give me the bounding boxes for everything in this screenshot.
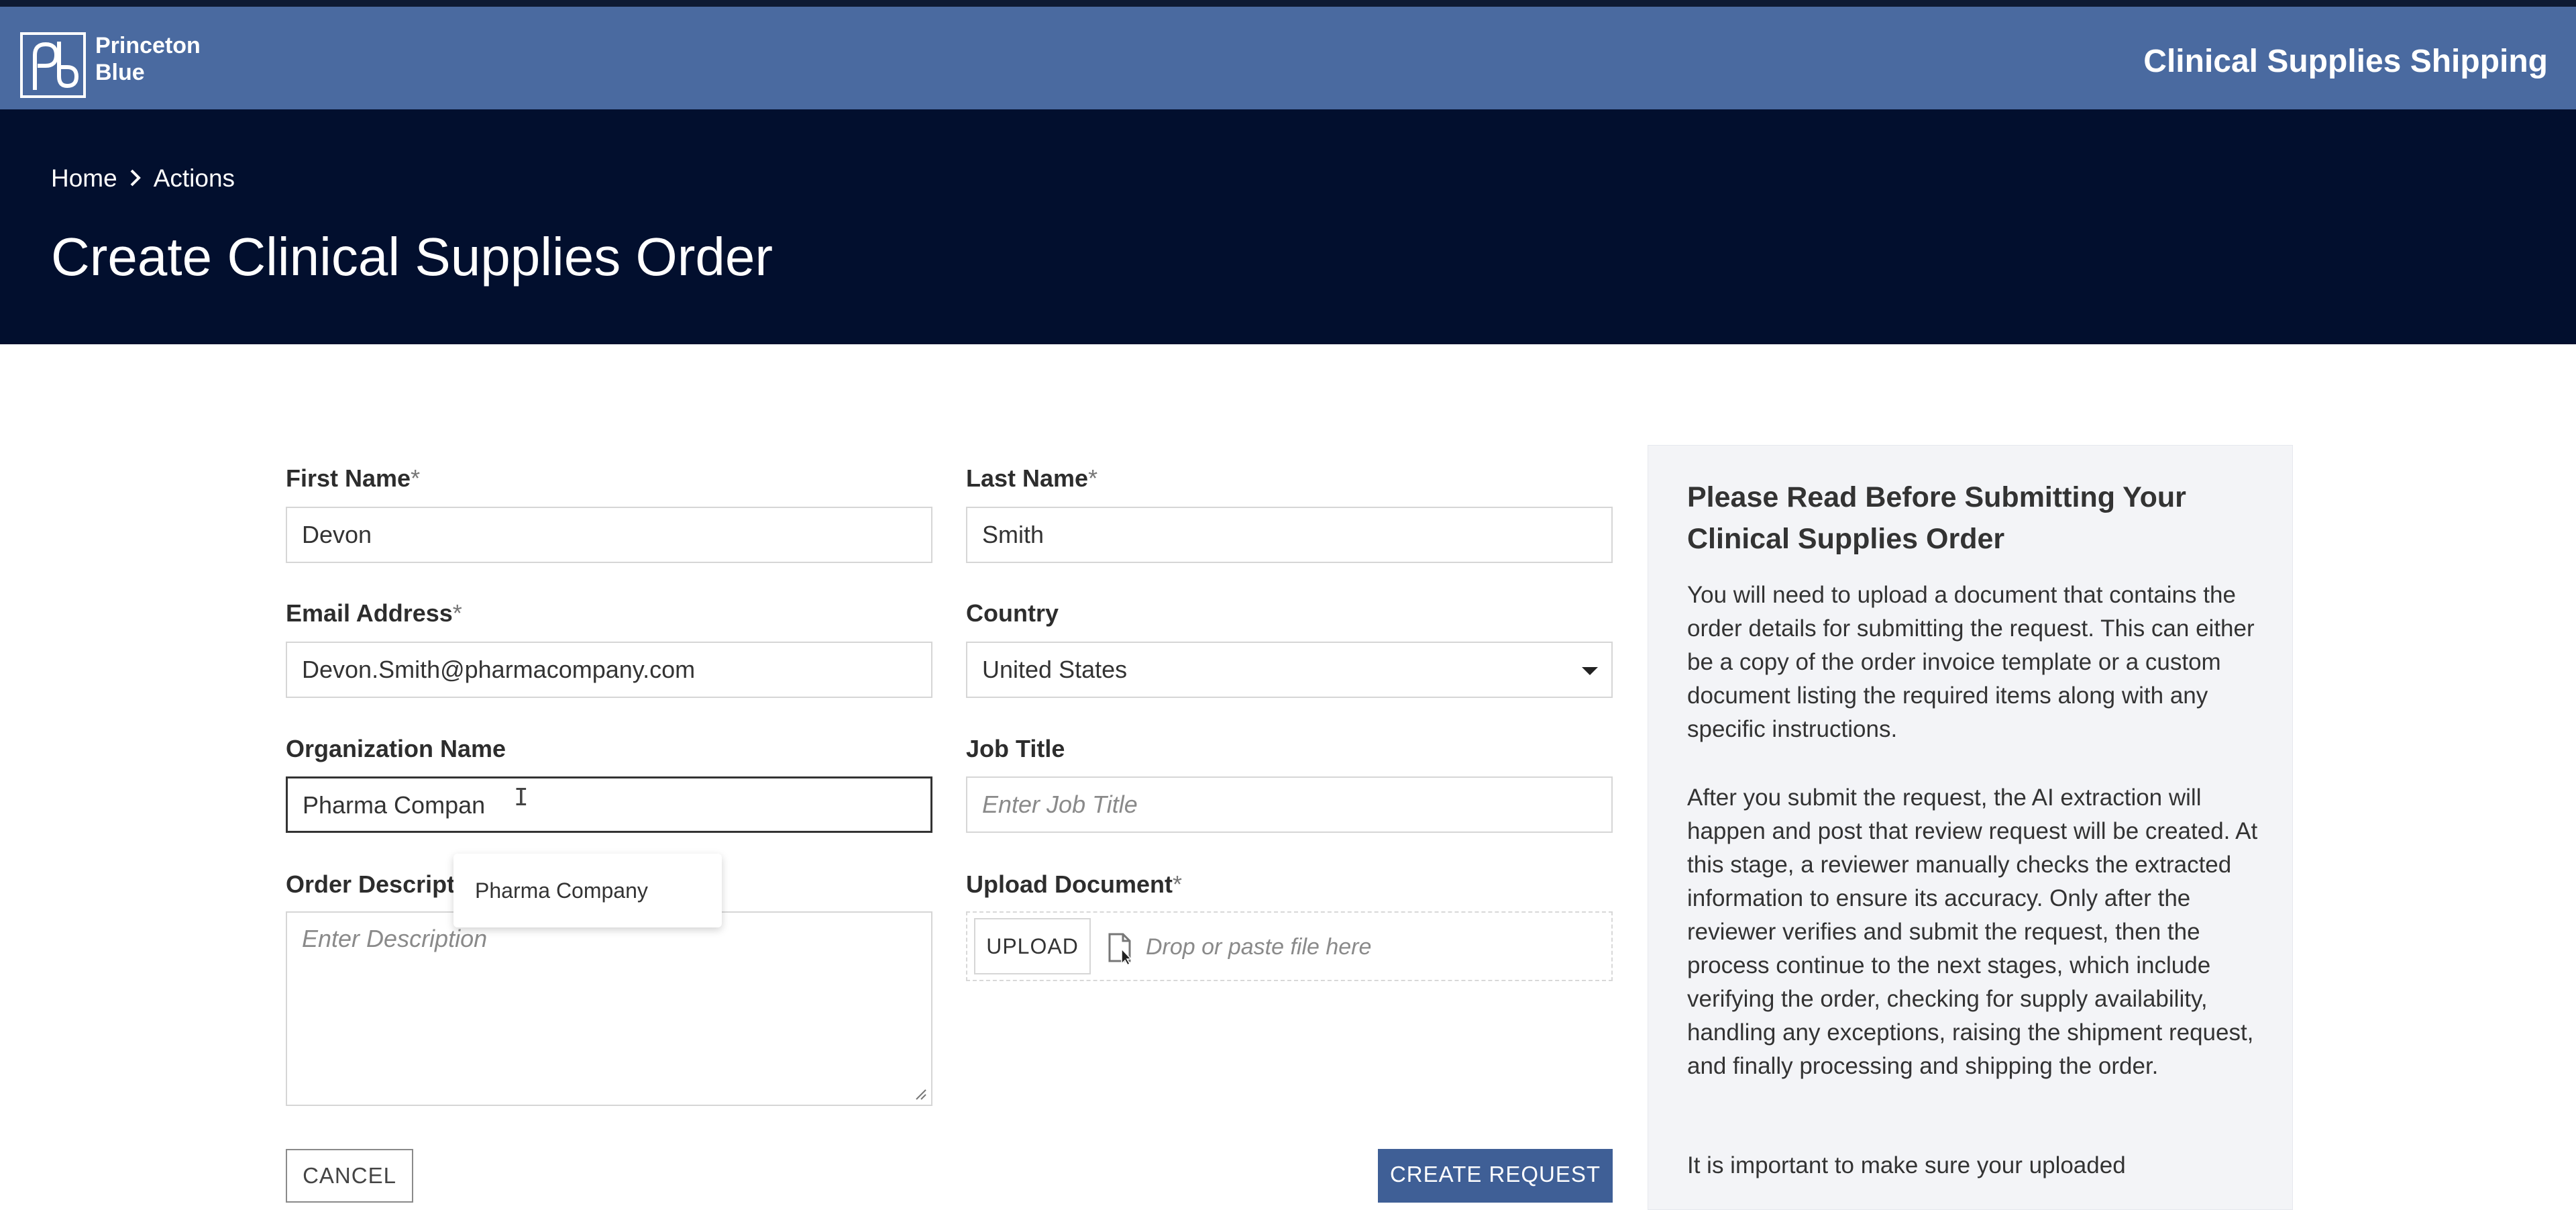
email-value: Devon.Smith@pharmacompany.com <box>302 656 696 683</box>
cancel-button[interactable]: CANCEL <box>286 1149 413 1203</box>
last-name-label-text: Last Name <box>966 464 1089 492</box>
organization-input[interactable]: Pharma Compan <box>286 776 932 833</box>
upload-label-text: Upload Document <box>966 870 1173 898</box>
logo-wordmark: Princeton Blue <box>95 32 201 86</box>
required-mark: * <box>411 464 421 492</box>
file-icon <box>1108 933 1132 965</box>
drop-file-text: Drop or paste file here <box>1146 934 1372 960</box>
required-mark: * <box>1088 464 1098 492</box>
last-name-label: Last Name* <box>966 463 1097 494</box>
caret-down-icon <box>1582 667 1598 675</box>
create-request-button[interactable]: CREATE REQUEST <box>1378 1149 1613 1203</box>
instructions-paragraph-3: It is important to make sure your upload… <box>1687 1152 2126 1178</box>
email-label-text: Email Address <box>286 599 453 627</box>
text-cursor-icon: I <box>514 784 529 811</box>
resize-grip-icon[interactable] <box>912 1086 927 1101</box>
country-label: Country <box>966 599 1059 627</box>
breadcrumb-current: Actions <box>153 164 235 192</box>
organization-label: Organization Name <box>286 735 506 762</box>
chevron-right-icon <box>129 163 142 194</box>
page-title: Create Clinical Supplies Order <box>51 227 773 287</box>
first-name-value: Devon <box>302 521 372 548</box>
logo-line-2: Blue <box>95 60 145 85</box>
instructions-paragraph-1: You will need to upload a document that … <box>1687 582 2255 742</box>
organization-value: Pharma Compan <box>303 791 486 819</box>
first-name-input[interactable]: Devon <box>286 507 932 563</box>
app-header: Princeton Blue Clinical Supplies Shippin… <box>0 7 2576 109</box>
upload-label: Upload Document* <box>966 869 1182 900</box>
breadcrumb: Home Actions <box>51 163 235 194</box>
logo-line-1: Princeton <box>95 33 201 58</box>
required-mark: * <box>452 599 462 627</box>
order-description-label: Order Descript <box>286 870 455 898</box>
country-value: United States <box>982 656 1128 683</box>
job-title-placeholder: Enter Job Title <box>982 791 1138 818</box>
page-hero: Home Actions Create Clinical Supplies Or… <box>0 109 2576 344</box>
job-title-input[interactable]: Enter Job Title <box>966 776 1613 833</box>
required-mark: * <box>1173 870 1183 898</box>
upload-button[interactable]: UPLOAD <box>974 918 1091 974</box>
email-label: Email Address* <box>286 598 462 629</box>
order-description-placeholder: Enter Description <box>302 925 488 952</box>
top-edge-bar <box>0 0 2576 7</box>
princeton-blue-logo-icon[interactable] <box>20 32 86 98</box>
first-name-label: First Name* <box>286 463 420 494</box>
instructions-title: Please Read Before Submitting Your Clini… <box>1687 481 2186 555</box>
last-name-value: Smith <box>982 521 1044 548</box>
instructions-paragraph-2: After you submit the request, the AI ext… <box>1687 785 2258 1079</box>
first-name-label-text: First Name <box>286 464 411 492</box>
email-input[interactable]: Devon.Smith@pharmacompany.com <box>286 642 932 698</box>
order-description-textarea[interactable]: Enter Description <box>286 911 932 1106</box>
upload-dropzone[interactable]: UPLOAD Drop or paste file here <box>966 911 1613 981</box>
breadcrumb-home-link[interactable]: Home <box>51 163 117 194</box>
last-name-input[interactable]: Smith <box>966 507 1613 563</box>
organization-suggestion-item[interactable]: Pharma Company <box>453 854 722 927</box>
app-name[interactable]: Clinical Supplies Shipping <box>2143 42 2548 82</box>
job-title-label: Job Title <box>966 735 1065 762</box>
instructions-panel: Please Read Before Submitting Your Clini… <box>1648 445 2293 1210</box>
country-select[interactable]: United States <box>966 642 1613 698</box>
